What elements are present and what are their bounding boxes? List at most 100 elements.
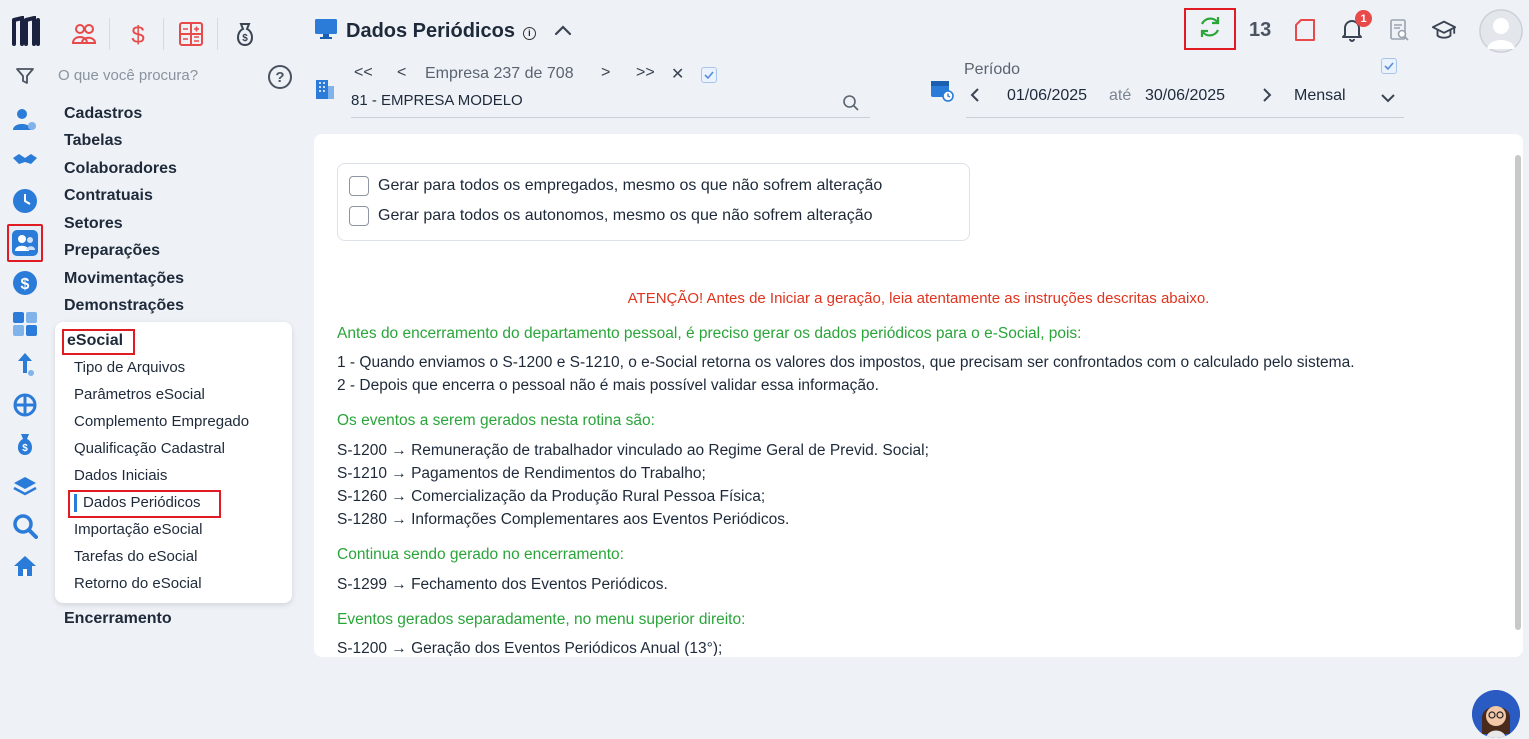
menu-item-contratuais[interactable]: Contratuais <box>64 187 153 205</box>
submenu-parametros-esocial[interactable]: Parâmetros eSocial <box>74 386 205 403</box>
money-bag-icon[interactable]: $ <box>11 430 39 458</box>
clear-company-button[interactable]: ✕ <box>671 64 684 84</box>
company-checkbox[interactable] <box>701 67 717 83</box>
frequency-select[interactable]: Mensal <box>1294 87 1346 105</box>
menu-item-demonstracoes[interactable]: Demonstrações <box>64 297 184 315</box>
menu-item-colaboradores[interactable]: Colaboradores <box>64 160 177 178</box>
event-line: S-1260 → Comercialização da Produção Rur… <box>337 488 766 505</box>
divider <box>163 18 164 50</box>
menu-item-movimentacoes[interactable]: Movimentações <box>64 270 184 288</box>
search-input[interactable] <box>58 64 258 86</box>
menu-item-esocial[interactable]: eSocial <box>62 329 135 355</box>
divider <box>109 18 110 50</box>
submenu-importacao-esocial[interactable]: Importação eSocial <box>74 521 202 538</box>
menu-item-encerramento[interactable]: Encerramento <box>64 610 172 628</box>
event-line: S-1299 → Fechamento dos Eventos Periódic… <box>337 576 668 593</box>
submenu-retorno-esocial[interactable]: Retorno do eSocial <box>74 575 202 592</box>
building-icon <box>314 78 336 105</box>
card-icon[interactable] <box>1292 17 1318 43</box>
filter-icon[interactable] <box>11 62 39 90</box>
chevron-down-icon[interactable] <box>1380 90 1396 108</box>
menu-item-tabelas[interactable]: Tabelas <box>64 132 122 150</box>
people-icon[interactable] <box>7 224 43 262</box>
period-until: até <box>1109 87 1132 104</box>
notification-badge: 1 <box>1355 10 1372 27</box>
submenu-tipo-arquivos[interactable]: Tipo de Arquivos <box>74 359 185 376</box>
first-company-button[interactable]: << <box>354 64 373 82</box>
company-of: de <box>524 65 543 82</box>
section-heading: Continua sendo gerado no encerramento: <box>337 546 624 563</box>
scrollbar[interactable] <box>1515 155 1521 630</box>
submenu-dados-iniciais[interactable]: Dados Iniciais <box>74 467 167 484</box>
svg-text:$: $ <box>242 33 248 44</box>
home-icon[interactable] <box>11 552 39 580</box>
people-module-icon[interactable] <box>66 16 102 52</box>
calendar-icon <box>930 78 954 107</box>
assistant-avatar[interactable] <box>1472 690 1520 738</box>
section-heading: Os eventos a serem gerados nesta rotina … <box>337 412 655 429</box>
graduation-cap-icon[interactable] <box>1431 17 1457 43</box>
help-icon[interactable]: ? <box>268 65 292 89</box>
info-icon[interactable]: i <box>522 26 536 40</box>
svg-text:$: $ <box>21 276 30 293</box>
company-current: 237 <box>493 65 521 82</box>
prev-company-button[interactable]: < <box>397 64 406 82</box>
event-line: S-1210 → Pagamentos de Rendimentos do Tr… <box>337 465 706 482</box>
document-search-icon[interactable] <box>1386 17 1412 43</box>
period-end[interactable]: 30/06/2025 <box>1145 87 1225 105</box>
submenu-dados-periodicos[interactable]: Dados Periódicos <box>83 494 201 511</box>
user-settings-icon[interactable] <box>11 106 39 134</box>
company-field[interactable]: 81 - EMPRESA MODELO <box>351 92 523 109</box>
clock-icon[interactable] <box>11 187 39 215</box>
option-label: Gerar para todos os autonomos, mesmo os … <box>378 207 873 224</box>
refresh-button[interactable] <box>1184 8 1236 50</box>
period-underline <box>966 117 1404 118</box>
section-heading: Antes do encerramento do departamento pe… <box>337 325 1082 342</box>
next-period-button[interactable] <box>1262 87 1272 108</box>
handshake-icon[interactable] <box>11 146 39 174</box>
submenu-tarefas-esocial[interactable]: Tarefas do eSocial <box>74 548 197 565</box>
layers-icon[interactable] <box>11 472 39 500</box>
period-label: Período <box>964 61 1021 78</box>
calculator-module-icon[interactable] <box>173 16 209 52</box>
dollar-icon[interactable]: $ <box>11 269 39 297</box>
app-logo-icon[interactable] <box>12 15 42 48</box>
icon-rail: $ $ <box>0 0 52 739</box>
search-zoom-icon[interactable] <box>11 512 39 540</box>
svg-text:$: $ <box>131 22 144 47</box>
calculator-icon[interactable] <box>11 310 39 338</box>
instruction-line: 1 - Quando enviamos o S-1200 e S-1210, o… <box>337 354 1355 371</box>
event-line: S-1280 → Informações Complementares aos … <box>337 511 790 528</box>
page-title: Dados Periódicos <box>346 20 515 42</box>
last-company-button[interactable]: >> <box>636 64 655 82</box>
upload-icon[interactable] <box>11 350 39 378</box>
next-company-button[interactable]: > <box>601 64 610 82</box>
network-icon[interactable] <box>11 391 39 419</box>
user-avatar[interactable] <box>1479 9 1523 53</box>
search-icon[interactable] <box>842 94 860 117</box>
period-checkbox[interactable] <box>1381 58 1397 74</box>
period-start[interactable]: 01/06/2025 <box>1007 87 1087 105</box>
dollar-module-icon[interactable]: $ <box>120 16 156 52</box>
company-pagination: Empresa 237 de 708 <box>425 65 574 83</box>
checkbox[interactable] <box>349 176 369 196</box>
refresh-icon <box>1197 14 1223 45</box>
event-line: S-1200 → Geração dos Eventos Periódicos … <box>337 640 723 656</box>
submenu-qualificacao-cadastral[interactable]: Qualificação Cadastral <box>74 440 225 457</box>
submenu-complemento-empregado[interactable]: Complemento Empregado <box>74 413 249 430</box>
company-total: 708 <box>546 65 574 82</box>
prev-period-button[interactable] <box>970 87 980 108</box>
menu-item-preparacoes[interactable]: Preparações <box>64 242 160 260</box>
chevron-up-icon[interactable] <box>554 23 572 41</box>
counter-badge[interactable]: 13 <box>1249 19 1271 42</box>
menu-item-setores[interactable]: Setores <box>64 215 123 233</box>
checkbox[interactable] <box>349 206 369 226</box>
option-label: Gerar para todos os empregados, mesmo os… <box>378 177 883 194</box>
options-box <box>337 163 970 241</box>
option-all-employees[interactable]: Gerar para todos os empregados, mesmo os… <box>349 176 882 196</box>
money-bag-module-icon[interactable]: $ <box>227 16 263 52</box>
active-indicator <box>74 494 77 512</box>
option-all-autonomous[interactable]: Gerar para todos os autonomos, mesmo os … <box>349 206 872 226</box>
menu-item-cadastros[interactable]: Cadastros <box>64 105 142 123</box>
divider <box>217 18 218 50</box>
